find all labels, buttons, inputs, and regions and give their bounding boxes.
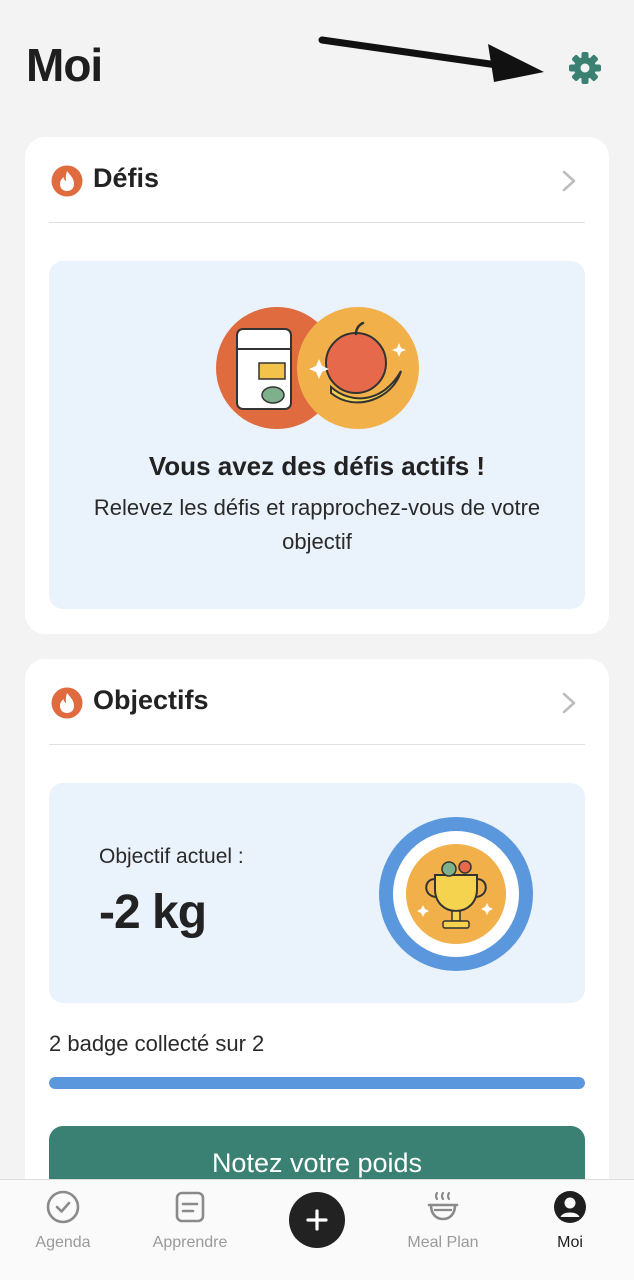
challenges-text: Relevez les défis et rapprochez-vous de … <box>93 495 541 554</box>
current-goal-value: -2 kg <box>99 886 207 939</box>
notepad-icon <box>175 1191 205 1223</box>
badges-progress-fill <box>49 1077 585 1089</box>
annotation-arrow-icon <box>318 36 544 82</box>
add-button[interactable] <box>289 1192 345 1248</box>
tab-learn-label: Apprendre <box>152 1234 228 1251</box>
challenges-illustration <box>216 307 419 429</box>
flame-icon <box>51 165 83 197</box>
challenges-title: Défis <box>93 163 160 193</box>
tab-me[interactable]: Moi <box>510 1180 630 1280</box>
bottom-tab-bar: Agenda Apprendre Meal Plan Moi <box>0 1179 634 1280</box>
goals-card-header[interactable]: Objectifs <box>49 659 585 745</box>
tab-meal-plan[interactable]: Meal Plan <box>383 1180 503 1280</box>
tab-me-label: Moi <box>557 1234 583 1251</box>
bowl-icon <box>427 1191 459 1221</box>
badges-progress-bar <box>49 1077 585 1089</box>
tab-agenda[interactable]: Agenda <box>3 1180 123 1280</box>
header: Moi <box>0 0 634 120</box>
tab-meal-plan-label: Meal Plan <box>407 1234 479 1251</box>
flame-icon <box>51 687 83 719</box>
plus-icon <box>306 1209 328 1231</box>
challenges-card-header[interactable]: Défis <box>49 137 585 223</box>
challenges-card[interactable]: Défis Vous avez des défis actifs ! Relev… <box>25 137 609 634</box>
tab-agenda-label: Agenda <box>35 1234 91 1251</box>
challenges-panel[interactable]: Vous avez des défis actifs ! Relevez les… <box>49 261 585 609</box>
trophy-badge-icon <box>379 817 533 971</box>
badges-progress-text: 2 badge collecté sur 2 <box>49 1031 265 1056</box>
goals-title: Objectifs <box>93 685 209 715</box>
chevron-right-icon[interactable] <box>561 169 577 193</box>
page-title: Moi <box>26 39 103 91</box>
settings-gear-icon[interactable] <box>566 49 604 87</box>
check-circle-icon <box>46 1190 80 1224</box>
current-goal-panel[interactable]: Objectif actuel : -2 kg <box>49 783 585 1003</box>
challenges-heading: Vous avez des défis actifs ! <box>148 451 486 481</box>
goals-card[interactable]: Objectifs Objectif actuel : -2 kg 2 badg… <box>25 659 609 1219</box>
tab-learn[interactable]: Apprendre <box>130 1180 250 1280</box>
current-goal-label: Objectif actuel : <box>99 845 244 868</box>
chevron-right-icon[interactable] <box>561 691 577 715</box>
profile-icon <box>554 1191 586 1223</box>
